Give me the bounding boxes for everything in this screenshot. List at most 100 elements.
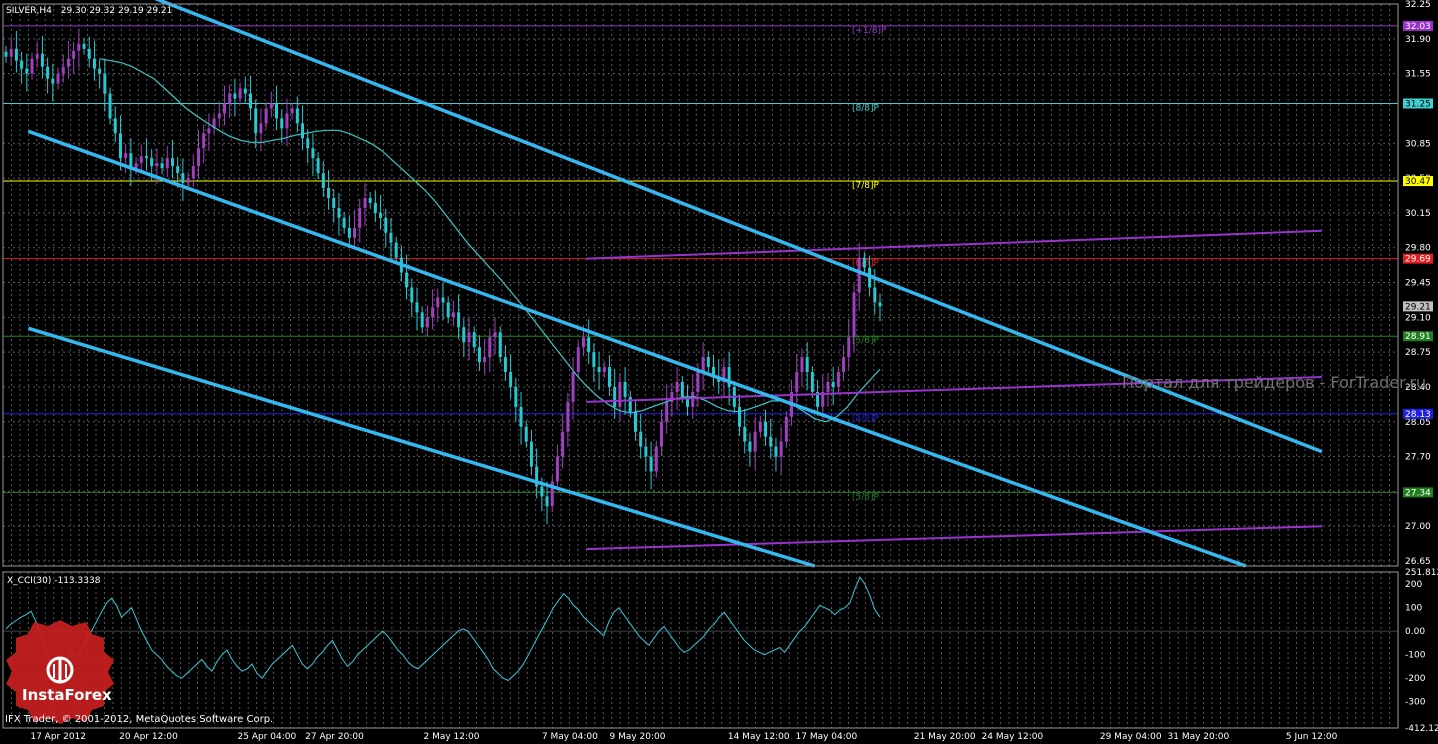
candle-body — [394, 242, 398, 258]
candle-body — [363, 197, 367, 208]
candle-body — [92, 58, 96, 69]
candle-body — [285, 113, 289, 129]
candle-body — [587, 337, 591, 353]
x-tick-label: 25 Apr 04:00 — [238, 732, 297, 742]
x-tick-label: 29 May 04:00 — [1100, 732, 1162, 742]
candle-body — [72, 50, 76, 59]
price-tag-label: 27.34 — [1405, 488, 1431, 498]
candle-body — [243, 88, 247, 94]
candle-body — [524, 426, 528, 442]
candle-body — [701, 357, 705, 373]
candle-body — [103, 73, 107, 94]
candle-body — [592, 352, 596, 368]
candle-body — [660, 421, 663, 447]
murrey-level-label: [5/8]P — [852, 336, 880, 346]
price-tag-label: 32.03 — [1405, 22, 1431, 32]
y-tick-label: 27.00 — [1405, 522, 1431, 532]
murrey-level-label: [4/8]P — [852, 414, 880, 424]
candle-body — [503, 357, 507, 373]
x-tick-label: 27 Apr 20:00 — [305, 732, 364, 742]
x-tick-label: 20 Apr 12:00 — [119, 732, 178, 742]
candle-body — [410, 287, 414, 303]
candle-body — [306, 138, 310, 149]
cci-y-tick-label: -412.129 — [1405, 724, 1438, 734]
candle-body — [857, 257, 861, 293]
cci-y-tick-label: 100 — [1405, 604, 1422, 614]
candle-body — [170, 158, 174, 167]
murrey-level-label: [7/8]P — [852, 181, 880, 191]
x-tick-label: 24 May 12:00 — [982, 732, 1044, 742]
candle-body — [269, 103, 273, 109]
candle-body — [644, 446, 648, 457]
y-tick-label: 29.45 — [1405, 279, 1431, 289]
candle-body — [176, 166, 180, 174]
candle-body — [862, 257, 866, 268]
candle-body — [228, 93, 232, 104]
candle-body — [77, 43, 81, 51]
candle-body — [223, 103, 226, 114]
y-tick-label: 28.75 — [1405, 348, 1431, 358]
candle-body — [691, 391, 695, 407]
price-tag-label: 28.13 — [1405, 410, 1431, 420]
candle-body — [639, 431, 643, 447]
candle-body — [451, 312, 455, 318]
candle-body — [826, 381, 830, 392]
y-tick-label: 32.25 — [1405, 0, 1431, 10]
candle-body — [472, 332, 476, 348]
candle-body — [389, 232, 393, 243]
x-tick-label: 31 May 20:00 — [1168, 732, 1230, 742]
candle-body — [800, 357, 804, 373]
y-tick-label: 27.70 — [1405, 453, 1431, 463]
candle-body — [847, 337, 851, 358]
price-tag-label: 29.69 — [1405, 255, 1431, 265]
candle-body — [368, 197, 372, 203]
candle-body — [321, 173, 325, 189]
murrey-level-label: [3/8]P — [852, 492, 880, 502]
candle-body — [810, 372, 814, 392]
y-tick-label: 30.15 — [1405, 209, 1431, 219]
candle-body — [259, 123, 263, 134]
candle-body — [696, 372, 700, 392]
candle-body — [555, 456, 559, 482]
candle-body — [597, 367, 601, 373]
candle-body — [207, 128, 211, 134]
x-tick-label: 9 May 20:00 — [610, 732, 666, 742]
murrey-level-label: [+1/8]P — [852, 26, 887, 36]
candle-body — [40, 53, 44, 67]
candle-body — [436, 297, 440, 308]
candle-body — [358, 207, 362, 228]
y-tick-label: 29.10 — [1405, 313, 1431, 323]
candle-body — [165, 158, 169, 169]
candle-body — [35, 53, 39, 59]
candle-body — [618, 381, 622, 407]
cci-indicator-label: X_CCI(30) -113.3338 — [7, 576, 101, 586]
cci-y-tick-label: 0.00 — [1405, 627, 1425, 637]
candle-body — [462, 327, 466, 343]
candle-body — [561, 431, 565, 457]
candle-body — [9, 48, 13, 57]
candle-body — [779, 441, 783, 457]
candle-body — [483, 357, 487, 363]
candle-body — [613, 386, 617, 407]
candle-body — [217, 113, 221, 119]
candle-body — [493, 332, 497, 338]
y-tick-label: 31.55 — [1405, 70, 1431, 80]
candle-body — [467, 332, 471, 343]
candle-body — [373, 202, 377, 213]
candle-body — [831, 381, 835, 387]
candle-body — [249, 93, 253, 109]
x-tick-label: 5 Jun 12:00 — [1286, 732, 1338, 742]
candle-body — [347, 227, 351, 238]
x-tick-label: 17 Apr 2012 — [30, 732, 86, 742]
candle-body — [623, 381, 627, 397]
candle-body — [316, 158, 320, 174]
candle-body — [405, 272, 409, 288]
candle-body — [431, 307, 435, 318]
candle-body — [477, 347, 481, 363]
watermark-text: Портал для трейдеров - ForTrader.ru — [1122, 373, 1426, 392]
candle-body — [186, 178, 190, 184]
candle-body — [420, 312, 424, 328]
candle-body — [233, 93, 237, 99]
x-tick-label: 21 May 20:00 — [914, 732, 976, 742]
candle-body — [654, 446, 658, 472]
